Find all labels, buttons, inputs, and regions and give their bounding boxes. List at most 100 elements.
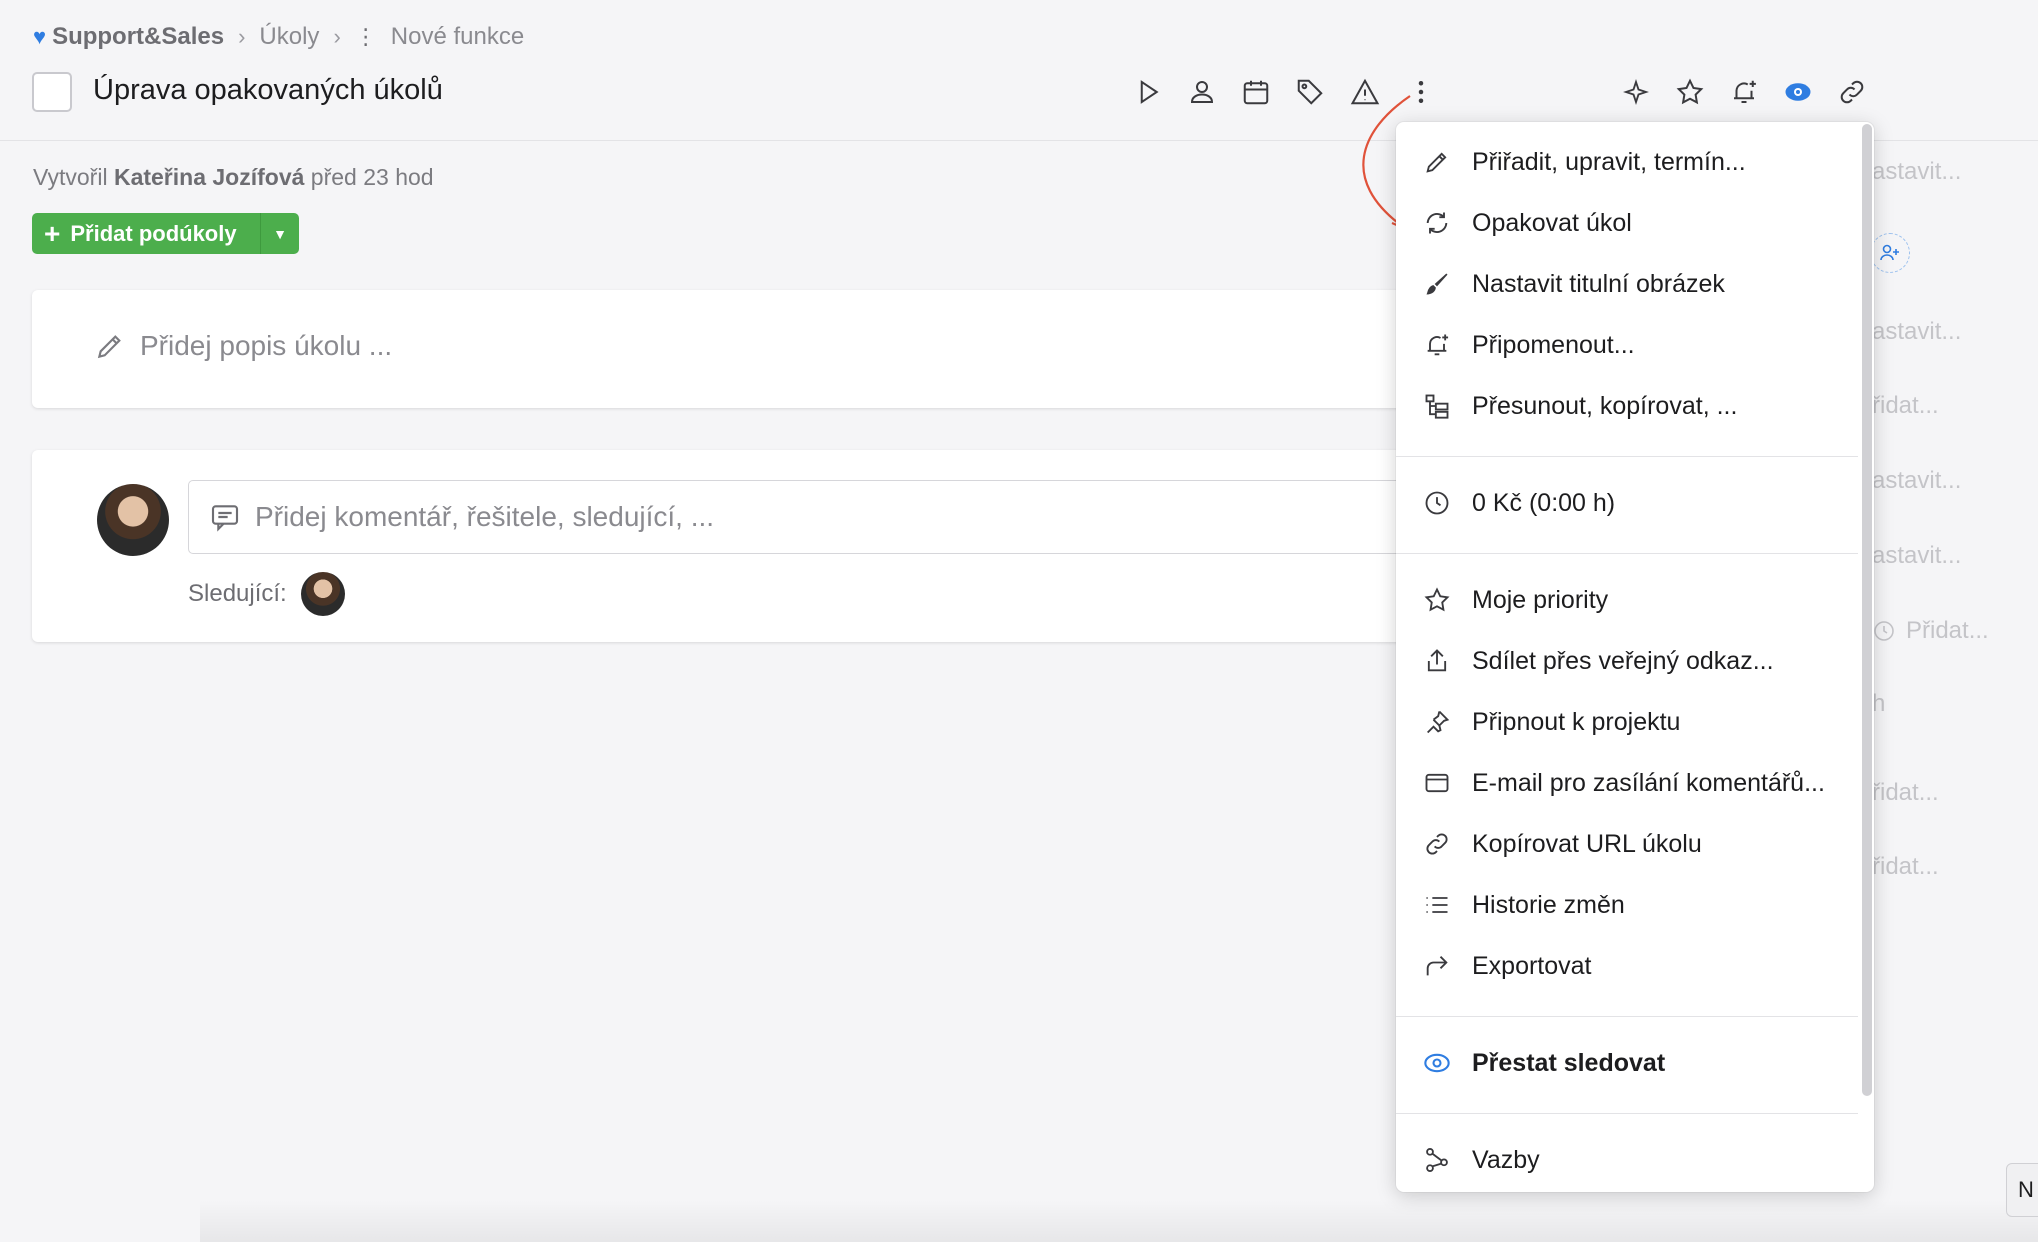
menu-item-label: Kopírovat URL úkolu (1472, 829, 1702, 858)
menu-item-label: Vazby (1472, 1145, 1540, 1174)
menu-item-label: Historie změn (1472, 890, 1625, 919)
menu-divider (1396, 1016, 1858, 1017)
menu-item-cover[interactable]: Nastavit titulní obrázek (1396, 256, 1858, 312)
description-placeholder: Přidej popis úkolu ... (140, 330, 393, 361)
menu-item-label: Přiřadit, upravit, termín... (1472, 147, 1746, 176)
clock-icon (1872, 619, 1896, 643)
bg-field: astavit... (1872, 318, 1962, 345)
bg-field: řidat... (1872, 779, 1939, 806)
menu-item-assign[interactable]: Přiřadit, upravit, termín... (1396, 134, 1858, 190)
add-subtasks-button[interactable]: + Přidat podúkoly ▼ (32, 213, 299, 254)
calendar-icon[interactable] (1236, 72, 1276, 112)
menu-item-unfollow[interactable]: Přestat sledovat (1396, 1035, 1858, 1091)
task-meta: Vytvořil Kateřina Jozífová před 23 hod (33, 164, 434, 191)
menu-item-export[interactable]: Exportovat (1396, 938, 1858, 994)
comment-placeholder: Přidej komentář, řešitele, sledující, ..… (255, 501, 715, 532)
menu-item-label: Moje priority (1472, 585, 1609, 614)
menu-item-cost[interactable]: 0 Kč (0:00 h) (1396, 475, 1858, 531)
brush-icon (1422, 269, 1452, 299)
menu-item-label: Sdílet přes veřejný odkaz... (1472, 646, 1774, 675)
follower-avatar[interactable] (300, 572, 345, 616)
menu-item-label: Přesunout, kopírovat, ... (1472, 391, 1738, 420)
comment-card: Přidej komentář, řešitele, sledující, ..… (32, 450, 1452, 642)
breadcrumb: ♥ Support&Sales › Úkoly › ⋮ Nové funkce (33, 22, 524, 52)
play-icon[interactable] (1128, 72, 1168, 112)
repeat-icon (1422, 208, 1452, 238)
menu-item-repeat[interactable]: Opakovat úkol (1396, 195, 1858, 251)
breadcrumb-workspace-label: Support&Sales (52, 23, 225, 50)
task-header: ♥ Support&Sales › Úkoly › ⋮ Nové funkce … (0, 0, 2038, 141)
add-subtasks-label: Přidat podúkoly (70, 220, 237, 246)
tree-icon (1422, 391, 1452, 421)
bg-field: Přidat... (1872, 617, 1989, 645)
bell-plus-icon[interactable] (1724, 72, 1764, 112)
pin-icon (1422, 707, 1452, 737)
export-icon (1422, 951, 1452, 981)
bg-field: astavit... (1872, 542, 1962, 569)
user-icon[interactable] (1182, 72, 1222, 112)
menu-item-label: E-mail pro zasílání komentářů... (1472, 768, 1825, 797)
menu-item-copy-url[interactable]: Kopírovat URL úkolu (1396, 816, 1858, 872)
task-title[interactable]: Úprava opakovaných úkolů (93, 74, 443, 107)
bg-field: řidat... (1872, 392, 1939, 419)
menu-item-label: Připomenout... (1472, 330, 1635, 359)
mail-icon (1422, 768, 1452, 798)
description-card[interactable]: Přidej popis úkolu ... (32, 290, 1452, 408)
menu-item-label: Exportovat (1472, 951, 1592, 980)
bg-field: řidat... (1872, 853, 1939, 880)
heart-icon: ♥ (33, 24, 47, 49)
clock-icon (1422, 488, 1452, 518)
corner-button-label: N (2018, 1177, 2034, 1202)
created-when: před 23 hod (310, 164, 434, 190)
menu-item-move[interactable]: Přesunout, kopírovat, ... (1396, 378, 1858, 434)
menu-item-share[interactable]: Sdílet přes veřejný odkaz... (1396, 633, 1858, 689)
created-prefix: Vytvořil (33, 164, 108, 190)
comment-input[interactable]: Přidej komentář, řešitele, sledující, ..… (188, 480, 1452, 554)
menu-item-remind[interactable]: Připomenout... (1396, 317, 1858, 373)
menu-scrollbar[interactable] (1862, 124, 1872, 1096)
menu-item-priorities[interactable]: Moje priority (1396, 572, 1858, 628)
bg-field-label: Přidat... (1906, 617, 1989, 644)
menu-item-email[interactable]: E-mail pro zasílání komentářů... (1396, 755, 1858, 811)
menu-item-pin[interactable]: Připnout k projektu (1396, 694, 1858, 750)
menu-item-label: Nastavit titulní obrázek (1472, 269, 1725, 298)
chevron-right-icon: › (333, 24, 341, 49)
breadcrumb-workspace[interactable]: ♥ Support&Sales (33, 23, 224, 51)
link-icon (1422, 829, 1452, 859)
task-complete-checkbox[interactable] (32, 72, 72, 112)
chevron-right-icon: › (238, 24, 246, 49)
menu-item-label: Připnout k projektu (1472, 707, 1681, 736)
followers-label: Sledující: (188, 580, 287, 607)
list-icon (1422, 890, 1452, 920)
tag-icon[interactable] (1290, 72, 1330, 112)
kebab-icon[interactable]: ⋮ (355, 24, 377, 50)
menu-item-label: Opakovat úkol (1472, 208, 1632, 237)
menu-item-links[interactable]: Vazby (1396, 1132, 1858, 1188)
pencil-icon (94, 330, 126, 362)
menu-divider (1396, 1113, 1858, 1114)
menu-item-history[interactable]: Historie změn (1396, 877, 1858, 933)
bg-field: astavit... (1872, 158, 1962, 185)
breadcrumb-tasks[interactable]: Úkoly (259, 23, 319, 51)
corner-button[interactable]: N (2006, 1163, 2038, 1217)
pencil-icon (1422, 147, 1452, 177)
bg-field: h (1872, 690, 1886, 717)
comment-icon (209, 501, 241, 533)
breadcrumb-section[interactable]: Nové funkce (391, 23, 524, 51)
bell-plus-icon (1422, 330, 1452, 360)
plus-icon: + (44, 217, 61, 249)
sparkle-icon[interactable] (1616, 72, 1656, 112)
author-name[interactable]: Kateřina Jozífová (114, 164, 304, 190)
eye-icon (1422, 1048, 1452, 1078)
followers: Sledující: (188, 572, 345, 616)
menu-divider (1396, 456, 1858, 457)
avatar (97, 484, 169, 556)
eye-icon[interactable] (1778, 72, 1818, 112)
chevron-down-icon[interactable]: ▼ (260, 213, 299, 254)
menu-item-label: Přestat sledovat (1472, 1048, 1666, 1077)
menu-item-label: 0 Kč (0:00 h) (1472, 488, 1616, 517)
star-icon[interactable] (1670, 72, 1710, 112)
star-icon (1422, 585, 1452, 615)
link-icon[interactable] (1832, 72, 1872, 112)
connections-icon (1422, 1145, 1452, 1175)
